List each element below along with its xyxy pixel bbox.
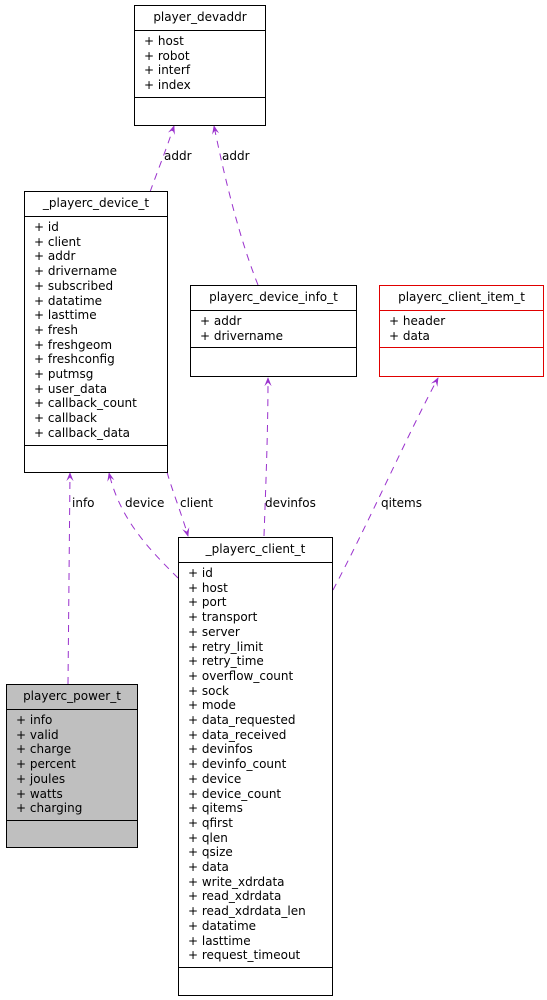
- attribute: + sock: [188, 683, 230, 698]
- attribute-list: + info + valid + charge + percent + joul…: [7, 710, 137, 821]
- attribute: + read_xdrdata_len: [188, 904, 306, 919]
- attribute: + freshgeom: [34, 337, 113, 352]
- attribute: + callback: [34, 411, 98, 426]
- class-player-devaddr[interactable]: player_devaddr + host + robot + interf +…: [134, 5, 266, 126]
- attribute: + header: [389, 314, 446, 328]
- edge-label-client: client: [180, 496, 213, 510]
- method-list: [380, 348, 543, 372]
- attribute: + port: [188, 595, 227, 610]
- edge-client-device: [107, 472, 179, 579]
- attribute: + lasttime: [34, 308, 97, 323]
- attribute: + user_data: [34, 381, 108, 396]
- attribute: + server: [188, 624, 240, 639]
- edge-label-addr-devinfo: addr: [222, 149, 250, 163]
- edge-label-qitems: qitems: [381, 496, 422, 510]
- attribute: + lasttime: [188, 933, 251, 948]
- attribute: + index: [144, 78, 191, 93]
- attribute-list: + id + client + addr + drivername + subs…: [25, 217, 167, 446]
- attribute: + drivername: [200, 328, 283, 343]
- method-list: [7, 821, 137, 845]
- attribute-list: + header + data: [380, 311, 543, 349]
- attribute: + freshconfig: [34, 352, 115, 367]
- edge-label-devinfos: devinfos: [265, 496, 316, 510]
- attribute: + charging: [16, 801, 83, 816]
- attribute: + data_requested: [188, 713, 296, 728]
- attribute: + mode: [188, 698, 236, 713]
- class-playerc-client-item-t[interactable]: playerc_client_item_t + header + data: [379, 285, 544, 377]
- attribute: + joules: [16, 771, 66, 786]
- attribute-list: + host + robot + interf + index: [135, 31, 265, 98]
- edge-label-device: device: [125, 496, 165, 510]
- attribute-list: + addr + drivername: [191, 311, 356, 349]
- class-playerc-power-t[interactable]: playerc_power_t + info + valid + charge …: [6, 684, 138, 848]
- attribute: + datatime: [188, 918, 257, 933]
- class-title: _playerc_client_t: [179, 538, 332, 563]
- attribute: + percent: [16, 757, 76, 772]
- attribute: + host: [188, 580, 228, 595]
- attribute: + id: [34, 220, 59, 234]
- attribute: + charge: [16, 742, 72, 757]
- attribute: + data: [188, 860, 229, 875]
- class-title: _playerc_device_t: [25, 192, 167, 217]
- edge-client-devinfos: [263, 377, 272, 537]
- attribute: + devinfo_count: [188, 757, 287, 772]
- class-title: playerc_client_item_t: [380, 286, 543, 311]
- attribute: + device: [188, 771, 242, 786]
- attribute: + datatime: [34, 293, 103, 308]
- class-playerc-device-info-t[interactable]: playerc_device_info_t + addr + drivernam…: [190, 285, 357, 377]
- attribute: + data: [389, 328, 430, 343]
- attribute: + id: [188, 566, 213, 580]
- edge-client-qitems: [332, 377, 439, 591]
- attribute: + overflow_count: [188, 668, 294, 683]
- attribute: + valid: [16, 727, 59, 742]
- class-title: playerc_power_t: [7, 685, 137, 710]
- attribute: + transport: [188, 610, 258, 625]
- attribute: + qitems: [188, 801, 243, 816]
- attribute: + devinfos: [188, 742, 253, 757]
- method-list: [135, 98, 265, 122]
- attribute: + callback_count: [34, 396, 137, 411]
- edge-power-info: [66, 472, 74, 685]
- attribute: + qsize: [188, 845, 233, 860]
- class-playerc-device-t[interactable]: _playerc_device_t + id + client + addr +…: [24, 191, 168, 473]
- attribute: + write_xdrdata: [188, 874, 285, 889]
- attribute: + fresh: [34, 322, 79, 337]
- method-list: [191, 348, 356, 372]
- attribute: + putmsg: [34, 367, 94, 382]
- class-title: playerc_device_info_t: [191, 286, 356, 311]
- attribute: + info: [16, 713, 53, 727]
- attribute: + request_timeout: [188, 948, 301, 963]
- attribute: + subscribed: [34, 278, 114, 293]
- edge-label-addr-device: addr: [164, 149, 192, 163]
- attribute: + host: [144, 34, 184, 48]
- attribute-list: + id + host + port + transport + server …: [179, 563, 332, 968]
- attribute: + addr: [200, 314, 242, 328]
- attribute: + addr: [34, 249, 76, 264]
- method-list: [25, 446, 167, 470]
- attribute: + device_count: [188, 786, 282, 801]
- class-playerc-client-t[interactable]: _playerc_client_t + id + host + port + t…: [178, 537, 333, 996]
- class-title: player_devaddr: [135, 6, 265, 31]
- attribute: + data_received: [188, 727, 287, 742]
- attribute: + callback_data: [34, 425, 131, 440]
- attribute: + drivername: [34, 264, 117, 279]
- attribute: + qlen: [188, 830, 228, 845]
- attribute: + robot: [144, 48, 190, 63]
- edge-label-info: info: [72, 496, 95, 510]
- method-list: [179, 968, 332, 992]
- attribute: + qfirst: [188, 815, 233, 830]
- attribute: + retry_limit: [188, 639, 264, 654]
- attribute: + retry_time: [188, 654, 264, 669]
- attribute: + client: [34, 234, 81, 249]
- attribute: + read_xdrdata: [188, 889, 282, 904]
- attribute: + watts: [16, 786, 63, 801]
- attribute: + interf: [144, 63, 191, 78]
